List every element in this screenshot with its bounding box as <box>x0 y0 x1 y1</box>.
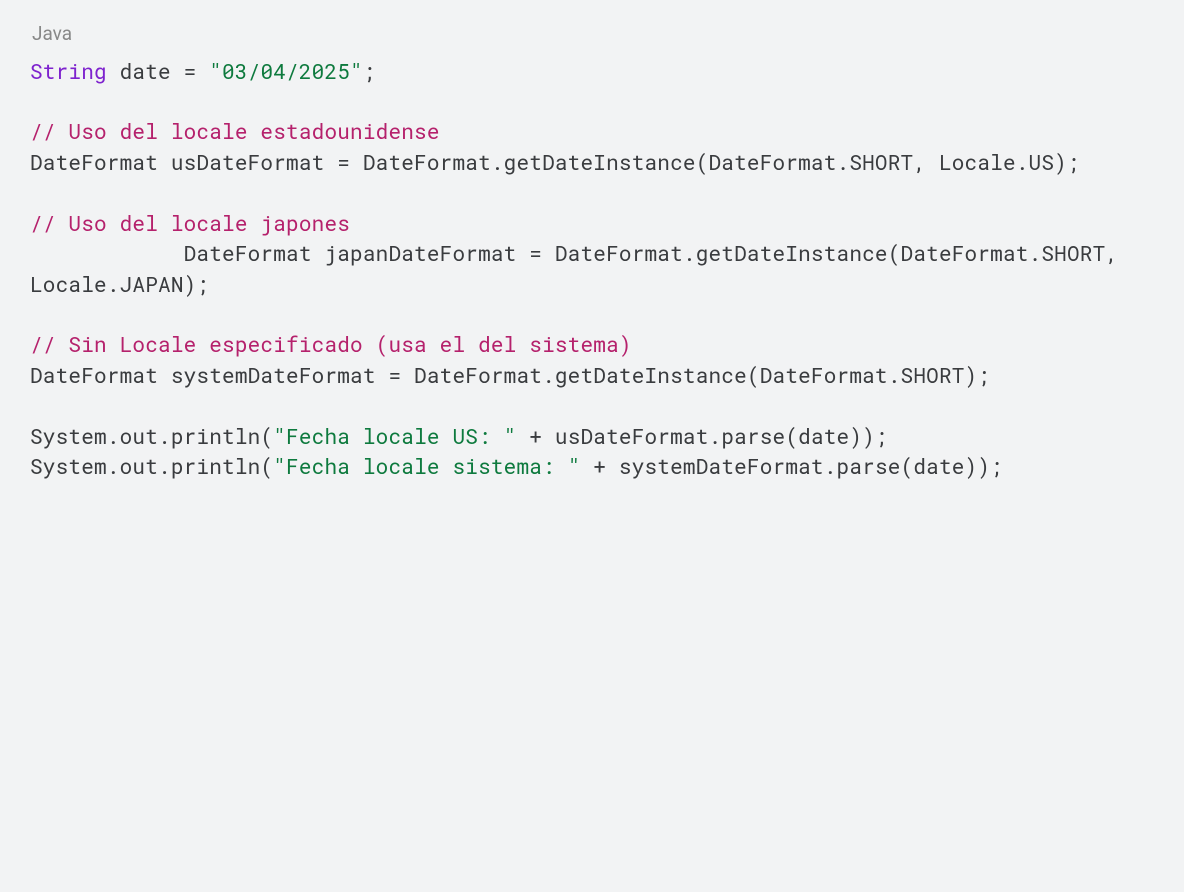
code-text: + systemDateFormat.parse(date)); <box>581 452 1003 480</box>
code-text: ; <box>363 57 376 85</box>
code-text: + usDateFormat.parse(date)); <box>517 422 888 450</box>
code-block: String date = "03/04/2025"; // Uso del l… <box>30 56 1154 482</box>
string-literal: "Fecha locale US: " <box>273 422 516 450</box>
code-text: date = <box>107 57 209 85</box>
keyword: String <box>30 57 107 85</box>
code-text: System.out.println( <box>30 422 273 450</box>
comment: // Uso del locale japones <box>30 209 350 237</box>
language-label: Java <box>32 20 1154 48</box>
code-text: DateFormat japanDateFormat = DateFormat.… <box>30 239 1131 297</box>
comment: // Sin Locale especificado (usa el del s… <box>30 330 632 358</box>
code-text: DateFormat systemDateFormat = DateFormat… <box>30 361 990 389</box>
code-text: System.out.println( <box>30 452 273 480</box>
code-text: DateFormat usDateFormat = DateFormat.get… <box>30 148 1080 176</box>
comment: // Uso del locale estadounidense <box>30 117 440 145</box>
string-literal: "Fecha locale sistema: " <box>273 452 580 480</box>
string-literal: "03/04/2025" <box>209 57 363 85</box>
